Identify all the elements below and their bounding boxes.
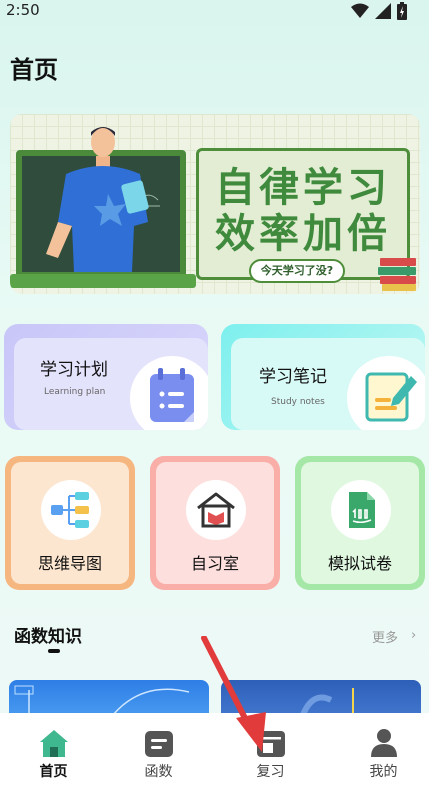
study-notes-card[interactable]: 学习笔记 Study notes bbox=[221, 324, 425, 430]
tab-label: 复习 bbox=[256, 764, 285, 780]
card-inner: 思维导图 bbox=[11, 462, 129, 584]
tab-home[interactable]: 首页 bbox=[0, 713, 107, 789]
tab-label: 函数 bbox=[144, 764, 173, 780]
tab-label: 我的 bbox=[369, 764, 398, 780]
review-icon bbox=[257, 731, 285, 757]
chevron-right-icon[interactable]: › bbox=[411, 628, 416, 643]
chalkboard-base bbox=[10, 274, 196, 288]
mind-map-card[interactable]: 思维导图 bbox=[5, 456, 135, 590]
card-subtitle: Study notes bbox=[271, 397, 325, 407]
function-icon bbox=[145, 731, 173, 757]
books-icon bbox=[378, 258, 416, 291]
section-title: 函数知识 bbox=[14, 627, 82, 647]
bottom-tab-bar: 首页 函数 复习 我的 bbox=[0, 713, 429, 789]
promo-banner[interactable]: 自律学习 效率加倍 今天学习了没? bbox=[10, 114, 420, 294]
tab-mine[interactable]: 我的 bbox=[330, 713, 429, 789]
tab-function[interactable]: 函数 bbox=[105, 713, 212, 789]
wifi-icon bbox=[351, 3, 369, 18]
tab-label: 首页 bbox=[39, 764, 68, 780]
plan-icon bbox=[150, 368, 194, 422]
study-room-icon bbox=[197, 492, 235, 528]
card-title: 学习计划 bbox=[40, 360, 108, 380]
page-title: 首页 bbox=[10, 56, 58, 84]
status-icons bbox=[351, 2, 407, 20]
banner-line2: 效率加倍 bbox=[215, 211, 391, 257]
signal-icon bbox=[375, 3, 391, 19]
card-label: 自习室 bbox=[190, 554, 239, 573]
status-bar: 2:50 bbox=[0, 0, 429, 24]
tab-review[interactable]: 复习 bbox=[217, 713, 324, 789]
teacher-illustration bbox=[46, 127, 149, 272]
card-title: 学习笔记 bbox=[259, 367, 327, 387]
banner-pill: 今天学习了没? bbox=[249, 259, 345, 283]
home-icon bbox=[40, 730, 68, 757]
card-label: 模拟试卷 bbox=[327, 554, 392, 573]
card-subtitle: Learning plan bbox=[44, 387, 106, 397]
learning-plan-card[interactable]: 学习计划 Learning plan bbox=[4, 324, 208, 430]
card-label: 思维导图 bbox=[37, 554, 102, 573]
card-inner: 模拟试卷 bbox=[301, 462, 419, 584]
mind-map-icon bbox=[51, 492, 89, 528]
study-room-card[interactable]: 自习室 bbox=[150, 456, 280, 590]
user-icon bbox=[371, 729, 397, 757]
mock-exam-card[interactable]: 模拟试卷 bbox=[295, 456, 425, 590]
notes-icon bbox=[365, 372, 417, 422]
card-inner: 自习室 bbox=[156, 462, 274, 584]
section-underline bbox=[48, 649, 60, 653]
battery-icon bbox=[397, 2, 407, 20]
exam-paper-icon bbox=[349, 492, 375, 528]
more-link[interactable]: 更多 bbox=[372, 627, 398, 646]
status-time: 2:50 bbox=[6, 1, 40, 19]
